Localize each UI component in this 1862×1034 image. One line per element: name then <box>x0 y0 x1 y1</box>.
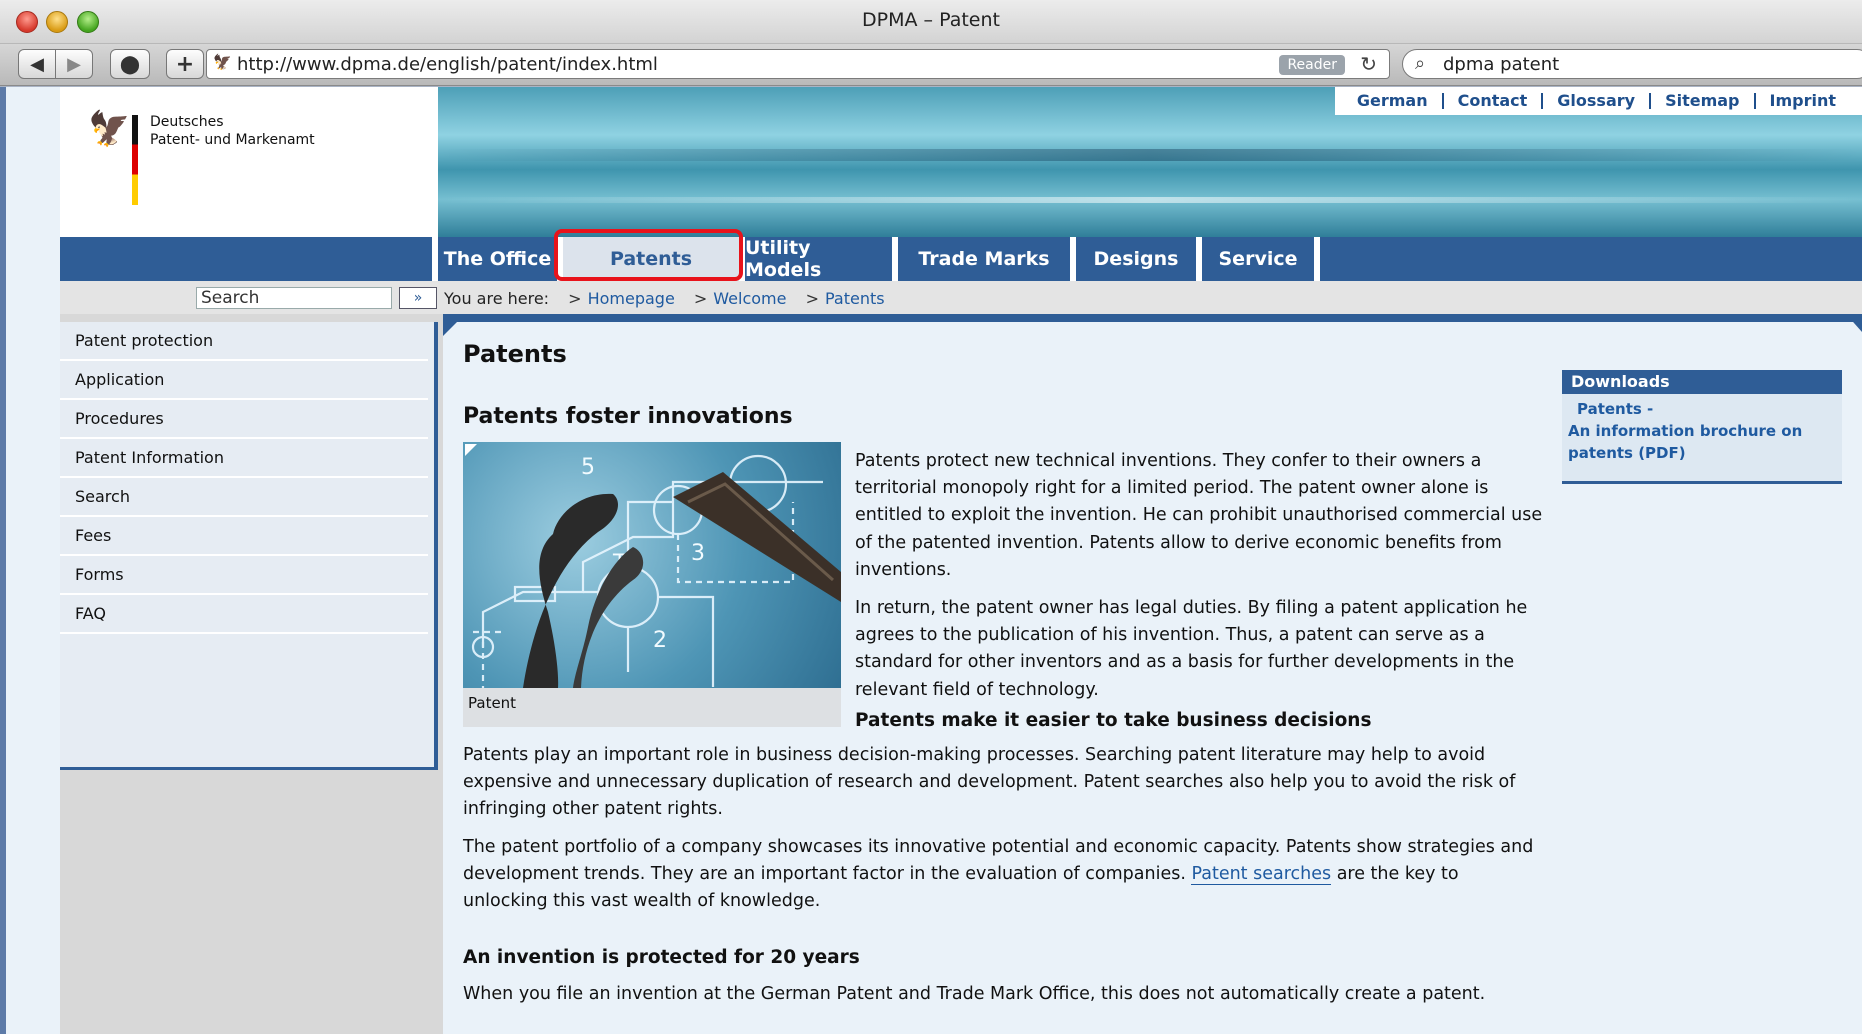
forward-arrow-icon: ▶ <box>67 54 81 75</box>
pliers-circuit-illustration: 53T12 <box>463 442 841 688</box>
sidebar-item-patent-protection[interactable]: Patent protection <box>60 322 428 361</box>
logo-line-2: Patent- und Markenamt <box>150 131 315 149</box>
tab-utility-models[interactable]: Utility Models <box>745 237 898 281</box>
sidebar-item-forms[interactable]: Forms <box>60 556 428 595</box>
utility-link-german[interactable]: German <box>1343 93 1444 109</box>
figure-caption: Patent <box>468 694 516 712</box>
logo-line-1: Deutsches <box>150 113 315 131</box>
browser-search-field[interactable]: ⌕ dpma patent <box>1402 49 1862 79</box>
svg-text:2: 2 <box>653 628 667 653</box>
paragraph-protect: Patents protect new technical inventions… <box>855 448 1543 584</box>
content-top-rule <box>443 314 1862 322</box>
main-content: Patents Patents foster innovations <box>463 322 1543 1034</box>
sidebar-item-faq[interactable]: FAQ <box>60 595 428 634</box>
reload-icon[interactable]: ↻ <box>1360 52 1377 76</box>
page-viewport: 🦅 Deutsches Patent- und Markenamt German… <box>6 87 1862 1034</box>
tab-service[interactable]: Service <box>1202 237 1320 281</box>
brochure-download-link[interactable]: Patents - An information brochure on pat… <box>1562 394 1842 468</box>
content-corner <box>443 322 457 336</box>
downloads-box: Downloads Patents - An information broch… <box>1562 370 1842 484</box>
window-title: DPMA – Patent <box>0 9 1862 31</box>
breadcrumb: You are here: >Homepage >Welcome >Patent… <box>444 289 885 308</box>
tab-trade-marks[interactable]: Trade Marks <box>898 237 1076 281</box>
downloads-heading: Downloads <box>1562 370 1842 394</box>
breadcrumb-prefix: You are here: <box>444 289 549 308</box>
patent-figure: 53T12 Patent <box>463 442 841 727</box>
plus-icon: + <box>176 52 194 77</box>
sidebar-item-search[interactable]: Search <box>60 478 428 517</box>
window-titlebar: DPMA – Patent <box>0 0 1862 44</box>
sidebar-item-application[interactable]: Application <box>60 361 428 400</box>
section-heading-innovations: Patents foster innovations <box>463 404 793 429</box>
paragraph-file-invention: When you file an invention at the German… <box>463 981 1543 1008</box>
sidebar-nav: Patent protection Application Procedures… <box>60 322 438 770</box>
dpma-logo[interactable]: 🦅 Deutsches Patent- und Markenamt <box>60 87 438 237</box>
sidebar-item-procedures[interactable]: Procedures <box>60 400 428 439</box>
breadcrumb-patents[interactable]: Patents <box>825 289 885 308</box>
utility-link-sitemap[interactable]: Sitemap <box>1651 93 1755 109</box>
sidebar-item-patent-information[interactable]: Patent Information <box>60 439 428 478</box>
site-favicon-icon: 🦅 <box>213 53 232 71</box>
breadcrumb-homepage[interactable]: Homepage <box>588 289 675 308</box>
section-heading-business-decisions: Patents make it easier to take business … <box>855 710 1371 731</box>
paragraph-decision-making: Patents play an important role in busine… <box>463 742 1543 824</box>
page-title: Patents <box>463 340 567 368</box>
tab-designs[interactable]: Designs <box>1076 237 1202 281</box>
svg-text:3: 3 <box>691 541 705 566</box>
forward-button[interactable]: ▶ <box>55 49 93 79</box>
url-text[interactable]: http://www.dpma.de/english/patent/index.… <box>237 54 658 75</box>
utility-link-contact[interactable]: Contact <box>1444 93 1544 109</box>
section-heading-20-years: An invention is protected for 20 years <box>463 947 860 968</box>
shield-icon: ⬤ <box>120 54 140 75</box>
utility-nav: German Contact Glossary Sitemap Imprint <box>1335 87 1862 115</box>
highlight-box <box>554 229 743 281</box>
sidebar-item-fees[interactable]: Fees <box>60 517 428 556</box>
german-flag-bar <box>132 115 138 205</box>
utility-link-imprint[interactable]: Imprint <box>1756 93 1851 109</box>
svg-text:5: 5 <box>581 455 595 480</box>
paragraph-duties: In return, the patent owner has legal du… <box>855 595 1543 704</box>
site-search-input[interactable]: Search <box>196 287 392 309</box>
breadcrumb-welcome[interactable]: Welcome <box>713 289 786 308</box>
back-button[interactable]: ◀ <box>18 49 56 79</box>
logo-text: Deutsches Patent- und Markenamt <box>150 113 315 149</box>
magnifier-icon: ⌕ <box>1415 53 1425 74</box>
utility-link-glossary[interactable]: Glossary <box>1543 93 1651 109</box>
reader-button[interactable]: Reader <box>1279 55 1345 75</box>
paragraph-portfolio: The patent portfolio of a company showca… <box>463 834 1543 916</box>
add-bookmark-button[interactable]: + <box>166 49 204 79</box>
back-arrow-icon: ◀ <box>30 54 44 75</box>
rule-notch <box>1846 314 1862 332</box>
site-search-button[interactable]: » <box>399 287 437 309</box>
patent-searches-link[interactable]: Patent searches <box>1191 864 1331 885</box>
browser-toolbar: ◀ ▶ ⬤ + 🦅 http://www.dpma.de/english/pat… <box>0 44 1862 86</box>
federal-eagle-icon: 🦅 <box>88 109 128 149</box>
browser-search-query[interactable]: dpma patent <box>1443 54 1559 75</box>
pliers-circuit-image[interactable]: 53T12 <box>463 442 841 688</box>
address-bar[interactable]: 🦅 http://www.dpma.de/english/patent/inde… <box>206 49 1390 79</box>
brochure-link-line-2[interactable]: An information brochure on patents (PDF) <box>1568 422 1802 462</box>
main-nav-left-block <box>60 237 438 281</box>
brochure-link-line-1[interactable]: Patents - <box>1568 398 1836 420</box>
tab-the-office[interactable]: The Office <box>438 237 563 281</box>
privacy-button[interactable]: ⬤ <box>110 49 150 79</box>
